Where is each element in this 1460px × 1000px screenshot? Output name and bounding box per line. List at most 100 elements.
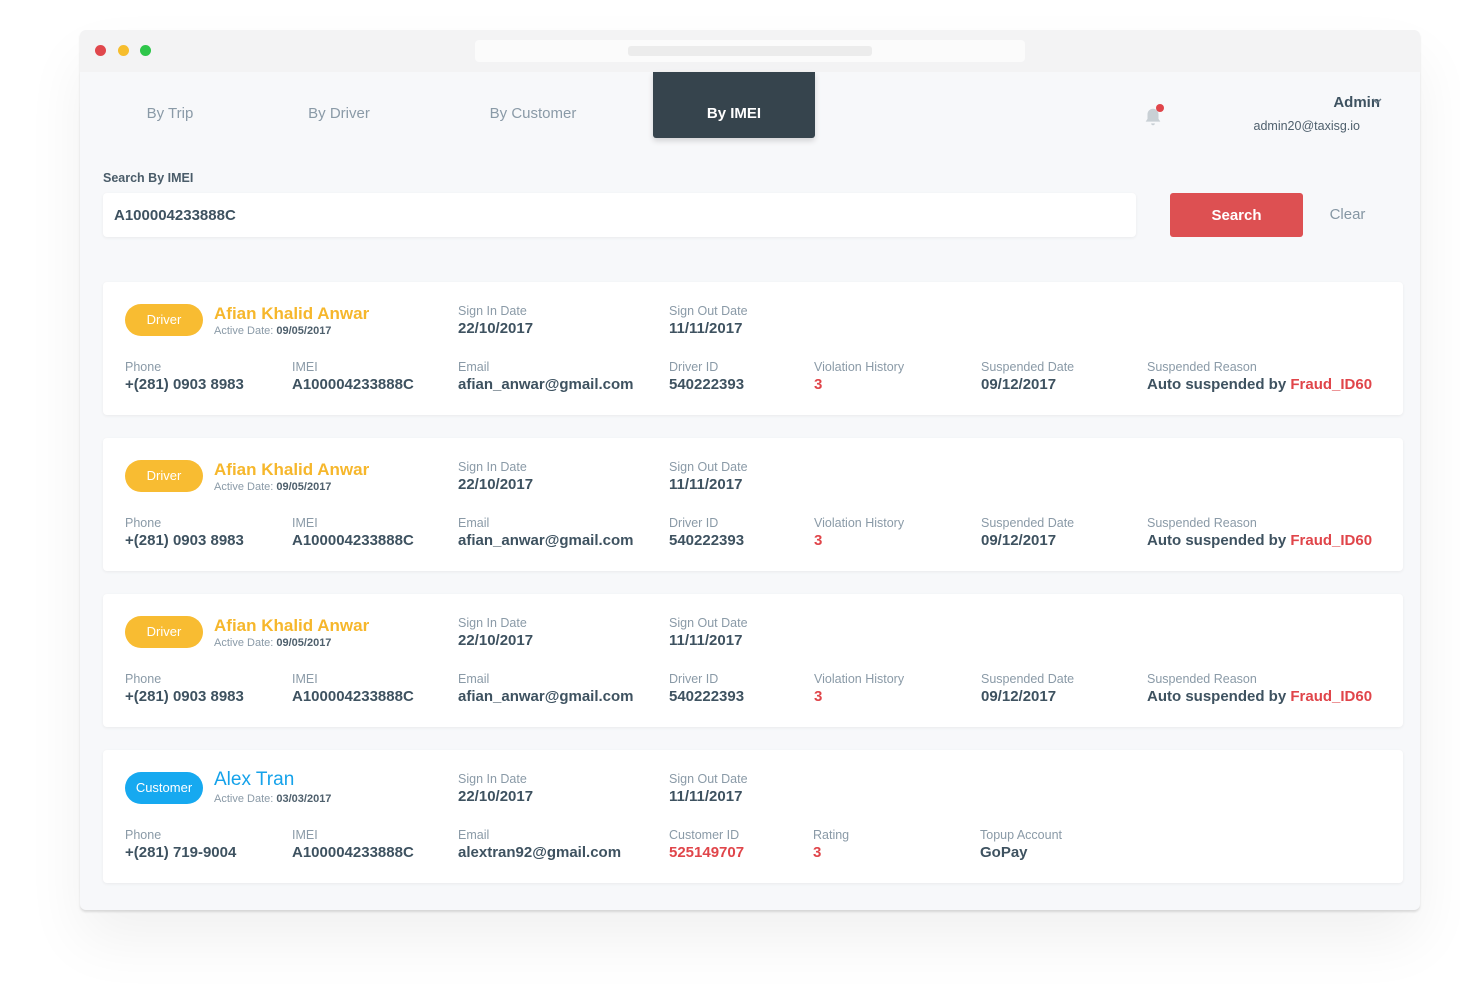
fraud-reference-link[interactable]: Fraud_ID60: [1290, 376, 1372, 393]
imei-value: A100004233888C: [292, 844, 414, 861]
suspended-reason-value: Auto suspended by Fraud_ID60: [1147, 688, 1372, 705]
suspended-date-field: Suspended Date 09/12/2017: [981, 516, 1074, 549]
tab-by-imei[interactable]: By IMEI: [653, 72, 815, 138]
email-field: Email afian_anwar@gmail.com: [458, 360, 634, 393]
address-bar[interactable]: [475, 40, 1025, 62]
search-button[interactable]: Search: [1170, 193, 1303, 237]
tab-by-driver[interactable]: By Driver: [279, 72, 399, 138]
imei-value: A100004233888C: [292, 532, 414, 549]
close-window-button[interactable]: [95, 45, 106, 56]
field-label: Phone: [125, 516, 162, 530]
suspended-reason-field: Suspended Reason Auto suspended by Fraud_…: [1147, 516, 1372, 549]
result-card[interactable]: Driver Afian Khalid Anwar Active Date: 0…: [103, 438, 1403, 571]
field-label: Suspended Date: [981, 360, 1075, 374]
imei-field: IMEI A100004233888C: [292, 828, 414, 861]
phone-field: Phone +(281) 0903 8983: [125, 672, 244, 705]
field-label: Email: [458, 360, 490, 374]
sign-out-date: 11/11/2017: [669, 320, 743, 337]
field-label: Sign Out Date: [669, 616, 748, 630]
field-label: Email: [458, 672, 490, 686]
type-badge: Customer: [125, 772, 203, 804]
violation-count[interactable]: 3: [814, 376, 904, 393]
driver-id-value: 540222393: [669, 688, 745, 705]
active-date-value: 09/05/2017: [276, 481, 332, 493]
person-name[interactable]: Alex Tran: [214, 769, 294, 791]
violation-field: Violation History 3: [814, 672, 904, 705]
field-label: Phone: [125, 360, 162, 374]
driver-id-field: Driver ID 540222393: [669, 360, 744, 393]
person-name[interactable]: Afian Khalid Anwar: [214, 460, 369, 480]
person-name[interactable]: Afian Khalid Anwar: [214, 616, 369, 636]
field-label: Customer ID: [669, 828, 740, 842]
topup-field: Topup Account GoPay: [980, 828, 1062, 861]
email-value: alextran92@gmail.com: [458, 844, 622, 861]
type-badge: Driver: [125, 616, 203, 648]
sign-in-field: Sign In Date 22/10/2017: [458, 460, 533, 493]
search-label: Search By IMEI: [103, 171, 194, 185]
phone-value: +(281) 0903 8983: [125, 688, 244, 705]
field-label: Violation History: [814, 360, 905, 374]
result-card[interactable]: Driver Afian Khalid Anwar Active Date: 0…: [103, 282, 1403, 415]
address-placeholder: [628, 46, 872, 56]
tab-by-trip[interactable]: By Trip: [110, 72, 230, 138]
field-label: Suspended Date: [981, 516, 1075, 530]
email-value: afian_anwar@gmail.com: [458, 376, 634, 393]
clear-button[interactable]: Clear: [1320, 193, 1375, 237]
active-date-label: Active Date:: [214, 325, 274, 337]
field-label: Sign Out Date: [669, 772, 748, 786]
search-mode-tabs: By Trip By Driver By Customer By IMEI: [80, 72, 1420, 138]
field-label: Email: [458, 828, 490, 842]
field-label: Violation History: [814, 672, 905, 686]
field-label: Violation History: [814, 516, 905, 530]
sign-in-date: 22/10/2017: [458, 632, 534, 649]
chevron-down-icon[interactable]: [1370, 94, 1384, 108]
email-value: afian_anwar@gmail.com: [458, 688, 634, 705]
customer-id-value[interactable]: 525149707: [669, 844, 744, 861]
user-name[interactable]: Admin: [1280, 94, 1380, 111]
imei-value: A100004233888C: [292, 688, 414, 705]
customer-id-field: Customer ID 525149707: [669, 828, 744, 861]
active-date-label: Active Date:: [214, 637, 274, 649]
imei-field: IMEI A100004233888C: [292, 516, 414, 549]
person-name[interactable]: Afian Khalid Anwar: [214, 304, 369, 324]
reason-prefix: Auto suspended by: [1147, 688, 1287, 705]
active-date-value: 09/05/2017: [276, 325, 332, 337]
rating-value: 3: [813, 844, 822, 861]
phone-value: +(281) 719-9004: [125, 844, 237, 861]
imei-value: A100004233888C: [292, 376, 414, 393]
app-window: By Trip By Driver By Customer By IMEI Ad…: [80, 30, 1420, 910]
active-date: Active Date: 03/03/2017: [214, 793, 331, 805]
active-date: Active Date: 09/05/2017: [214, 637, 331, 649]
driver-id-field: Driver ID 540222393: [669, 516, 744, 549]
sign-out-field: Sign Out Date 11/11/2017: [669, 304, 748, 337]
user-email: admin20@taxisg.io: [1253, 119, 1361, 133]
field-label: Sign In Date: [458, 304, 527, 318]
field-label: IMEI: [292, 828, 318, 842]
field-label: Phone: [125, 672, 162, 686]
violation-field: Violation History 3: [814, 360, 904, 393]
sign-in-date: 22/10/2017: [458, 320, 534, 337]
result-card[interactable]: Customer Alex Tran Active Date: 03/03/20…: [103, 750, 1403, 883]
minimize-window-button[interactable]: [118, 45, 129, 56]
field-label: Sign In Date: [458, 772, 527, 786]
imei-field: IMEI A100004233888C: [292, 360, 414, 393]
reason-prefix: Auto suspended by: [1147, 376, 1287, 393]
violation-count[interactable]: 3: [814, 532, 904, 549]
active-date-label: Active Date:: [214, 481, 274, 493]
violation-count[interactable]: 3: [814, 688, 904, 705]
field-label: Phone: [125, 828, 162, 842]
fraud-reference-link[interactable]: Fraud_ID60: [1290, 688, 1372, 705]
topup-value: GoPay: [980, 844, 1028, 861]
field-label: Driver ID: [669, 672, 719, 686]
notification-badge: [1156, 104, 1164, 112]
tab-by-customer[interactable]: By Customer: [473, 72, 593, 138]
result-card[interactable]: Driver Afian Khalid Anwar Active Date: 0…: [103, 594, 1403, 727]
field-label: Sign Out Date: [669, 304, 748, 318]
maximize-window-button[interactable]: [140, 45, 151, 56]
imei-search-input[interactable]: [103, 193, 1136, 237]
email-value: afian_anwar@gmail.com: [458, 532, 634, 549]
rating-field: Rating 3: [813, 828, 849, 861]
fraud-reference-link[interactable]: Fraud_ID60: [1290, 532, 1372, 549]
driver-id-field: Driver ID 540222393: [669, 672, 744, 705]
suspended-date-value: 09/12/2017: [981, 532, 1057, 549]
